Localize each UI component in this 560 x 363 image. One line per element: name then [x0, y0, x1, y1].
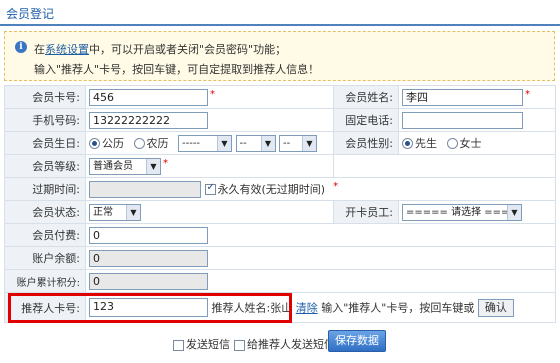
chevron-down-icon: ▼: [260, 135, 275, 151]
referrer-name-value: 张山: [270, 301, 293, 315]
required-mark: *: [210, 88, 215, 100]
birth-year-select[interactable]: ----- ▼: [178, 134, 232, 152]
staff-value: ===== 请选择 =====: [406, 206, 522, 218]
required-mark: *: [333, 180, 339, 192]
female-radio[interactable]: [446, 137, 458, 149]
notice-text: 在: [34, 43, 45, 56]
balance-label: 账户余额:: [4, 246, 86, 270]
required-mark: *: [525, 88, 530, 100]
form-row: 会员卡号: 456 * 会员姓名: 李四 *: [4, 85, 556, 109]
required-mark: *: [163, 157, 168, 169]
birth-year-value: -----: [182, 137, 201, 149]
referrer-card-label: 推荐人卡号:: [4, 292, 86, 323]
expiry-input[interactable]: [89, 180, 201, 198]
member-name-label: 会员姓名:: [333, 85, 399, 109]
points-input: 0: [89, 272, 208, 290]
send-referrer-sms-checkbox[interactable]: [234, 339, 245, 351]
form-row: 账户余额: 0: [4, 246, 556, 270]
forever-label: 永久有效(无过期时间): [217, 183, 326, 196]
form-row: 会员生日: 公历 农历 ----- ▼ -- ▼ -- ▼ 会员性别: 先生 女士: [4, 131, 556, 155]
notice-box: i 在系统设置中，可以开启或者关闭"会员密码"功能； 输入"推荐人"卡号，按回车…: [4, 31, 555, 81]
phone-input[interactable]: 13222222222: [89, 111, 208, 129]
forever-checkbox[interactable]: [204, 182, 216, 195]
referrer-card-input[interactable]: 123: [89, 298, 208, 317]
confirm-button[interactable]: 确认: [477, 298, 514, 317]
birth-month-value: --: [239, 137, 247, 149]
level-label: 会员等级:: [4, 154, 86, 178]
birth-month-select[interactable]: -- ▼: [235, 134, 276, 152]
form-row: 会员状态: 正常 ▼ 开卡员工: ===== 请选择 ===== ▼: [4, 200, 556, 224]
send-sms-option: 发送短信: [173, 336, 230, 352]
chevron-down-icon: ▼: [507, 204, 521, 220]
page-title: 会员登记: [6, 7, 55, 21]
chevron-down-icon: ▼: [126, 204, 140, 220]
landline-label: 固定电话:: [333, 108, 399, 132]
chevron-down-icon: ▼: [302, 135, 316, 151]
clear-referrer-link[interactable]: 清除: [296, 302, 318, 315]
referrer-hint: 输入"推荐人"卡号，按回车键或: [321, 301, 475, 315]
notice-text: 中，可以开启或者关闭"会员密码"功能；: [89, 43, 287, 56]
form-row: 会员等级: 普通会员 ▼ *: [4, 154, 556, 178]
form-row: 推荐人卡号: 123 推荐人姓名:张山 清除 输入"推荐人"卡号，按回车键或 确…: [4, 292, 556, 323]
send-referrer-sms-label: 给推荐人发送短信: [247, 338, 335, 351]
status-label: 会员状态:: [4, 200, 86, 224]
staff-label: 开卡员工:: [333, 200, 399, 224]
expiry-label: 过期时间:: [4, 177, 86, 201]
lunar-radio[interactable]: [133, 137, 145, 149]
send-referrer-sms-option: 给推荐人发送短信: [234, 336, 335, 352]
notice-line-2: 输入"推荐人"卡号，按回车键，可自定提取到推荐人信息！: [34, 63, 320, 76]
member-form: 会员卡号: 456 * 会员姓名: 李四 * 手机号码: 13222222222 固…: [4, 85, 556, 323]
fee-input[interactable]: 0: [89, 226, 208, 244]
male-label: 先生: [415, 137, 437, 150]
info-icon: i: [15, 41, 27, 53]
phone-label: 手机号码:: [4, 108, 86, 132]
form-row: 手机号码: 13222222222 固定电话:: [4, 108, 556, 132]
form-row: 账户累计积分: 0: [4, 269, 556, 293]
card-no-input[interactable]: 456: [89, 88, 208, 106]
form-row: 过期时间: 永久有效(无过期时间) *: [4, 177, 556, 201]
referrer-name-label: 推荐人姓名:: [211, 301, 271, 315]
chevron-down-icon: ▼: [217, 135, 231, 151]
lunar-label: 农历: [146, 137, 169, 150]
birthday-label: 会员生日:: [4, 131, 86, 155]
send-sms-label: 发送短信: [186, 338, 230, 351]
page-header: 会员登记: [0, 0, 560, 26]
landline-input[interactable]: [402, 111, 523, 129]
card-no-label: 会员卡号:: [4, 85, 86, 109]
staff-select[interactable]: ===== 请选择 ===== ▼: [402, 203, 522, 221]
birth-day-select[interactable]: -- ▼: [279, 134, 317, 152]
status-value: 正常: [93, 206, 113, 218]
balance-input: 0: [89, 249, 208, 267]
status-select[interactable]: 正常 ▼: [89, 203, 141, 221]
save-button[interactable]: 保存数据: [328, 330, 386, 352]
system-settings-link[interactable]: 系统设置: [45, 43, 89, 56]
level-select[interactable]: 普通会员 ▼: [89, 157, 161, 175]
level-value: 普通会员: [93, 160, 133, 172]
notice-line-1: 在系统设置中，可以开启或者关闭"会员密码"功能；: [34, 41, 286, 57]
gender-label: 会员性别:: [333, 131, 399, 155]
male-radio[interactable]: [402, 137, 413, 149]
action-bar: 发送短信 给推荐人发送短信 保存数据: [0, 327, 560, 357]
fee-label: 会员付费:: [4, 223, 86, 247]
female-label: 女士: [459, 137, 482, 150]
points-label: 账户累计积分:: [4, 269, 86, 293]
chevron-down-icon: ▼: [146, 158, 160, 174]
form-row: 会员付费: 0: [4, 223, 556, 247]
send-sms-checkbox[interactable]: [173, 339, 184, 351]
solar-label: 公历: [102, 137, 124, 150]
member-name-input[interactable]: 李四: [402, 88, 523, 106]
birth-day-value: --: [283, 137, 291, 149]
solar-radio[interactable]: [89, 137, 100, 149]
